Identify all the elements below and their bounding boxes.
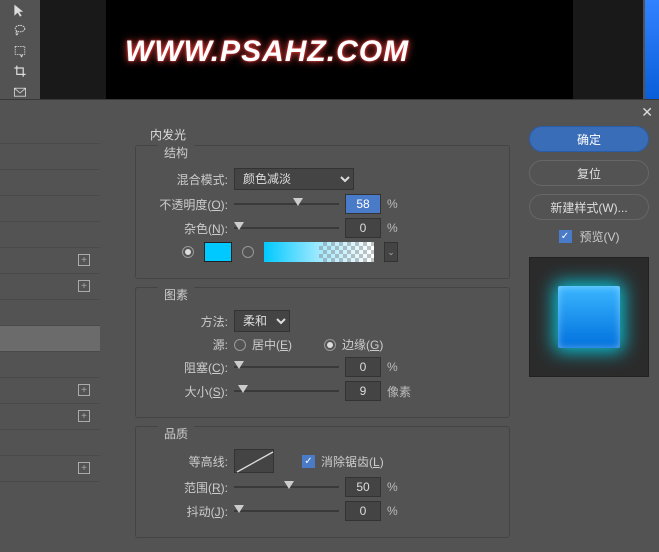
preview-box [529, 257, 649, 377]
choke-slider[interactable] [234, 358, 339, 376]
style-item[interactable] [0, 118, 100, 144]
layer-style-dialog: ✕ + + + + + 内发光 结构 混合模式: 颜色减淡 不透明度(O): [0, 99, 659, 552]
structure-group: 结构 混合模式: 颜色减淡 不透明度(O): % 杂色(N): % [135, 145, 510, 279]
style-item[interactable]: + [0, 274, 100, 300]
source-edge-radio[interactable] [324, 339, 336, 351]
ok-button[interactable]: 确定 [529, 126, 649, 152]
contour-picker[interactable] [234, 449, 274, 473]
technique-label: 方法: [146, 313, 228, 330]
antialias-checkbox[interactable] [302, 455, 315, 468]
style-list: + + + + + [0, 118, 100, 552]
style-item[interactable]: + [0, 456, 100, 482]
reset-button[interactable]: 复位 [529, 160, 649, 186]
opacity-label: 不透明度(O): [146, 196, 228, 213]
section-title: 内发光 [150, 126, 510, 143]
style-item[interactable]: + [0, 378, 100, 404]
canvas-text: WWW.PSAHZ.COM [125, 35, 409, 69]
quality-group: 品质 等高线: 消除锯齿(L) 范围(R): % 抖动(J): % [135, 426, 510, 538]
ruler-bar [645, 0, 659, 99]
percent-unit: % [387, 480, 398, 494]
preview-checkbox[interactable] [559, 230, 572, 243]
choke-input[interactable] [345, 357, 381, 377]
plus-icon[interactable]: + [78, 384, 90, 396]
plus-icon[interactable]: + [78, 410, 90, 422]
plus-icon[interactable]: + [78, 280, 90, 292]
percent-unit: % [387, 360, 398, 374]
style-item[interactable]: + [0, 248, 100, 274]
blend-mode-select[interactable]: 颜色减淡 [234, 168, 354, 190]
style-item[interactable]: + [0, 404, 100, 430]
preview-label: 预览(V) [580, 228, 620, 245]
choke-label: 阻塞(C): [146, 359, 228, 376]
source-label: 源: [146, 336, 228, 353]
style-item[interactable] [0, 144, 100, 170]
percent-unit: % [387, 504, 398, 518]
noise-input[interactable] [345, 218, 381, 238]
blend-mode-label: 混合模式: [146, 171, 228, 188]
range-input[interactable] [345, 477, 381, 497]
percent-unit: % [387, 221, 398, 235]
gradient-radio[interactable] [242, 246, 254, 258]
noise-slider[interactable] [234, 219, 339, 237]
preview-swatch [558, 286, 620, 348]
pixels-unit: 像素 [387, 383, 411, 400]
jitter-label: 抖动(J): [146, 503, 228, 520]
plus-icon[interactable]: + [78, 254, 90, 266]
crop-tool-icon[interactable] [11, 64, 29, 78]
antialias-label: 消除锯齿(L) [321, 453, 384, 470]
jitter-input[interactable] [345, 501, 381, 521]
elements-group: 图素 方法: 柔和 源: 居中(E) 边缘(G) 阻塞(C): % 大小(S [135, 287, 510, 418]
size-label: 大小(S): [146, 383, 228, 400]
move-tool-icon[interactable] [11, 3, 29, 17]
style-item-inner-glow[interactable] [0, 326, 100, 352]
range-slider[interactable] [234, 478, 339, 496]
source-center-label: 居中(E) [252, 336, 292, 353]
style-item[interactable] [0, 170, 100, 196]
plus-icon[interactable]: + [78, 462, 90, 474]
range-label: 范围(R): [146, 479, 228, 496]
percent-unit: % [387, 197, 398, 211]
color-radio[interactable] [182, 246, 194, 258]
color-swatch[interactable] [204, 242, 232, 262]
style-item[interactable] [0, 222, 100, 248]
lasso-tool-icon[interactable] [11, 23, 29, 37]
style-item[interactable] [0, 352, 100, 378]
style-item[interactable] [0, 300, 100, 326]
opacity-slider[interactable] [234, 195, 339, 213]
gradient-dropdown[interactable]: ⌄ [384, 242, 398, 262]
jitter-slider[interactable] [234, 502, 339, 520]
elements-legend: 图素 [158, 286, 194, 303]
size-slider[interactable] [234, 382, 339, 400]
technique-select[interactable]: 柔和 [234, 310, 290, 332]
structure-legend: 结构 [158, 144, 194, 161]
size-input[interactable] [345, 381, 381, 401]
tool-palette [0, 0, 40, 99]
quality-legend: 品质 [158, 425, 194, 442]
new-style-button[interactable]: 新建样式(W)... [529, 194, 649, 220]
opacity-input[interactable] [345, 194, 381, 214]
noise-label: 杂色(N): [146, 220, 228, 237]
style-item[interactable] [0, 430, 100, 456]
style-item[interactable] [0, 196, 100, 222]
source-edge-label: 边缘(G) [342, 336, 383, 353]
marquee-tool-icon[interactable] [11, 44, 29, 58]
gradient-preview[interactable] [264, 242, 374, 262]
contour-label: 等高线: [146, 453, 228, 470]
envelope-tool-icon[interactable] [11, 85, 29, 99]
source-center-radio[interactable] [234, 339, 246, 351]
